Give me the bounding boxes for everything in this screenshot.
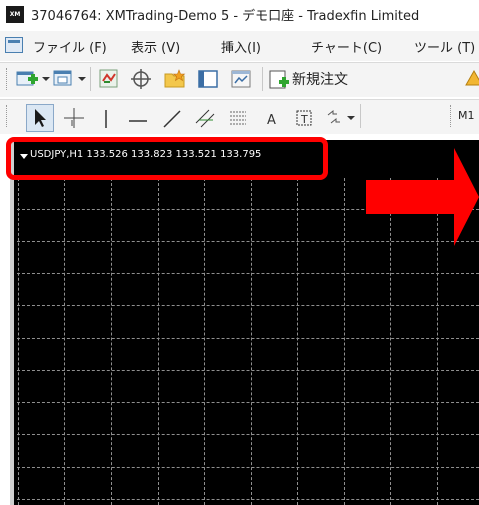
grid-line: [344, 178, 345, 505]
text-label-icon: T: [296, 110, 312, 126]
menu-insert[interactable]: 挿入(I): [221, 37, 261, 56]
fibonacci-tool-button[interactable]: [226, 106, 250, 130]
grid-line: [17, 273, 479, 274]
grid-line: [17, 467, 479, 468]
grid-line: [64, 178, 65, 505]
chevron-down-icon[interactable]: [78, 77, 86, 81]
menu-file[interactable]: ファイル (F): [33, 37, 107, 56]
grid-line: [17, 499, 479, 500]
app-icon: XM: [6, 6, 24, 23]
arrow-symbols-icon: [327, 109, 340, 124]
cursor-arrow-icon: [35, 109, 46, 127]
grid-line: [17, 338, 479, 339]
window-menu-icon[interactable]: [5, 37, 23, 53]
toolbar-separator: [90, 67, 91, 91]
grid-line: [158, 178, 159, 505]
cursor-tool-button[interactable]: [26, 104, 54, 132]
grid-line: [17, 305, 479, 306]
profiles-button[interactable]: [52, 68, 76, 90]
highlight-box-annotation: [6, 137, 328, 180]
terminal-button[interactable]: [197, 68, 219, 90]
grid-line: [111, 178, 112, 505]
navigator-folder-icon: [164, 69, 186, 88]
text-label-tool-button[interactable]: T: [292, 106, 316, 130]
vertical-line-icon: [105, 110, 107, 128]
grid-line: [251, 178, 252, 505]
chevron-down-icon[interactable]: [347, 116, 355, 120]
menu-tools[interactable]: ツール (T): [414, 37, 475, 56]
svg-text:T: T: [300, 113, 308, 126]
toolbar-grip[interactable]: [6, 68, 10, 90]
grid-line: [17, 402, 479, 403]
text-tool-button[interactable]: A: [259, 106, 283, 130]
profiles-icon: [53, 70, 72, 86]
toolbar-grip[interactable]: [450, 105, 454, 127]
svg-text:A: A: [267, 113, 276, 128]
trendline-tool-button[interactable]: [160, 106, 184, 130]
fibonacci-retracement-icon: [230, 111, 246, 125]
menu-view[interactable]: 表示 (V): [131, 37, 180, 56]
auto-trading-icon: [465, 69, 479, 86]
toolbar-separator: [262, 67, 263, 91]
text-a-icon: A: [267, 113, 276, 128]
grid-line: [297, 178, 298, 505]
strategy-tester-icon: [231, 70, 251, 88]
grid-line: [18, 178, 19, 505]
new-chart-icon: [16, 71, 38, 86]
grid-line: [204, 178, 205, 505]
trendline-icon: [163, 110, 181, 128]
arrow-right-icon: [366, 148, 479, 246]
equidistant-channel-icon: [195, 109, 215, 128]
new-order-icon: [269, 70, 289, 89]
horizontal-line-tool-button[interactable]: [126, 106, 150, 130]
new-order-label: 新規注文: [292, 72, 348, 88]
grid-line: [17, 370, 479, 371]
channel-tool-button[interactable]: [193, 106, 217, 130]
toolbar-separator: [360, 104, 361, 128]
chevron-down-icon[interactable]: [42, 77, 50, 81]
crosshair-icon: [64, 108, 84, 128]
grid-line: [17, 434, 479, 435]
red-arrow-annotation: [366, 148, 479, 250]
new-order-button[interactable]: 新規注文: [268, 68, 372, 90]
navigator-button[interactable]: [163, 68, 187, 90]
vertical-line-tool-button[interactable]: [95, 106, 117, 130]
horizontal-line-icon: [129, 120, 147, 122]
strategy-tester-button[interactable]: [230, 68, 252, 90]
terminal-window-icon: [198, 70, 218, 88]
auto-trading-button[interactable]: [464, 69, 479, 89]
crosshair-tool-button[interactable]: [62, 106, 86, 130]
new-chart-button[interactable]: [15, 68, 41, 90]
window-title: 37046764: XMTrading-Demo 5 - デモ口座 - Trad…: [31, 9, 420, 24]
menu-chart[interactable]: チャート(C): [311, 37, 382, 56]
market-watch-icon: [99, 69, 118, 88]
toolbar-grip[interactable]: [6, 105, 10, 127]
period-m1-button[interactable]: M1: [458, 109, 479, 127]
crosshair-target-icon: [131, 69, 151, 89]
market-watch-button[interactable]: [98, 68, 120, 90]
data-window-button[interactable]: [130, 68, 152, 90]
